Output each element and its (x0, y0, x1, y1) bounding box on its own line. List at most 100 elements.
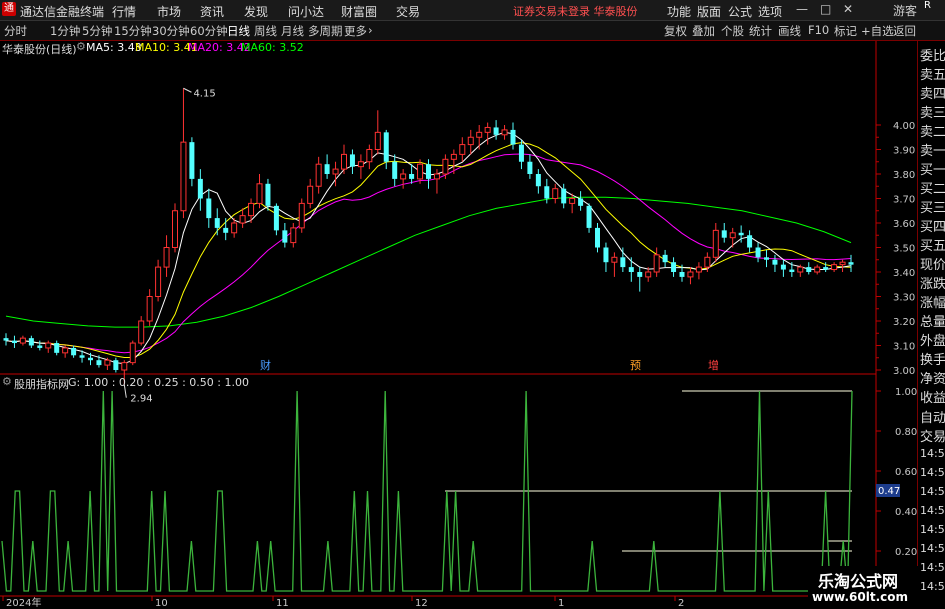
candle-body[interactable] (37, 345, 43, 348)
candle-body[interactable] (687, 271, 694, 278)
candle-body[interactable] (3, 338, 9, 341)
candle-body[interactable] (214, 218, 220, 228)
candle-body[interactable] (54, 343, 60, 353)
candle-body[interactable] (206, 198, 212, 219)
menu-item-options[interactable]: 选项 (758, 3, 782, 20)
candle-body[interactable] (467, 136, 474, 146)
menu-item-functions[interactable]: 功能 (667, 3, 691, 20)
candle-body[interactable] (831, 264, 838, 271)
candle-body[interactable] (620, 257, 626, 268)
candle-body[interactable] (374, 131, 381, 151)
period-15min[interactable]: 15分钟 (114, 23, 152, 39)
candle-body[interactable] (679, 272, 685, 277)
candle-body[interactable] (806, 267, 812, 272)
candle-body[interactable] (392, 161, 398, 179)
candle-body[interactable] (45, 342, 52, 349)
candle-body[interactable] (19, 337, 26, 344)
menu-item-formula[interactable]: 公式 (728, 3, 752, 20)
indicator-gear-icon[interactable]: ⚙ (2, 375, 12, 388)
menu-item-assistant[interactable]: 问小达 (288, 3, 324, 20)
menu-item-wealth[interactable]: 财富圈 (341, 3, 377, 20)
candle-body[interactable] (738, 232, 744, 236)
candle-body[interactable] (561, 188, 567, 204)
candle-body[interactable] (104, 359, 111, 366)
candle-body[interactable] (586, 205, 592, 228)
candle-body[interactable] (96, 360, 102, 366)
candle-body[interactable] (569, 198, 576, 204)
period-more[interactable]: 更多 (344, 23, 367, 39)
candle-body[interactable] (71, 347, 77, 356)
candle-body[interactable] (256, 183, 263, 204)
tool-mark[interactable]: 标记 (834, 23, 857, 39)
candle-body[interactable] (780, 264, 786, 270)
candle-body[interactable] (450, 153, 457, 160)
candle-body[interactable] (341, 153, 347, 170)
period-monthly[interactable]: 月线 (281, 23, 304, 39)
sidebar-trade[interactable]: 交易 (920, 426, 945, 445)
candle-body[interactable] (197, 178, 203, 199)
candle-body[interactable] (611, 256, 618, 263)
candle-body[interactable] (595, 227, 600, 248)
candlesticks[interactable] (3, 88, 854, 385)
candle-body[interactable] (510, 129, 516, 145)
candle-body[interactable] (146, 296, 153, 322)
settings-gear-icon[interactable]: ⚙ (76, 40, 86, 53)
candle-body[interactable] (501, 129, 508, 136)
candle-body[interactable] (578, 198, 584, 206)
period-1min[interactable]: 1分钟 (50, 23, 80, 39)
candle-body[interactable] (645, 271, 652, 278)
candle-body[interactable] (231, 222, 238, 234)
candle-body[interactable] (729, 232, 736, 239)
candle-body[interactable] (442, 158, 449, 175)
tool-stats[interactable]: 统计 (749, 23, 772, 39)
candle-body[interactable] (552, 188, 559, 199)
candle-body[interactable] (712, 229, 719, 258)
event-marker[interactable]: 预 (630, 359, 641, 372)
candle-body[interactable] (383, 132, 389, 162)
candle-body[interactable] (637, 272, 643, 277)
candle-body[interactable] (755, 247, 761, 258)
candle-body[interactable] (662, 254, 668, 263)
candle-body[interactable] (433, 173, 440, 180)
candle-body[interactable] (298, 202, 305, 229)
period-weekly[interactable]: 周线 (254, 23, 277, 39)
candle-body[interactable] (789, 269, 795, 272)
candle-body[interactable] (459, 144, 466, 155)
candle-body[interactable] (409, 174, 415, 179)
menu-item-quotes[interactable]: 行情 (112, 3, 136, 20)
candle-body[interactable] (349, 154, 355, 167)
candle-body[interactable] (721, 230, 727, 238)
candle-body[interactable] (248, 202, 255, 217)
tool-draw[interactable]: 画线 (778, 23, 801, 39)
period-60min[interactable]: 60分钟 (190, 23, 228, 39)
candle-body[interactable] (324, 164, 330, 174)
candle-body[interactable] (695, 266, 702, 273)
candle-body[interactable] (11, 340, 17, 344)
candle-body[interactable] (823, 267, 829, 270)
period-intraday[interactable]: 分时 (4, 23, 27, 39)
menu-item-discover[interactable]: 发现 (244, 3, 268, 20)
candle-body[interactable] (814, 266, 821, 273)
candle-body[interactable] (426, 164, 431, 179)
candle-body[interactable] (307, 185, 314, 204)
candle-body[interactable] (180, 141, 187, 212)
candle-body[interactable] (747, 235, 753, 248)
candle-body[interactable] (704, 256, 711, 268)
candle-body[interactable] (400, 173, 407, 180)
candle-body[interactable] (282, 230, 288, 243)
event-marker[interactable]: 财 (260, 358, 271, 372)
candle-body[interactable] (88, 357, 93, 361)
candle-body[interactable] (476, 131, 483, 138)
period-30min[interactable]: 30分钟 (152, 23, 190, 39)
candle-body[interactable] (315, 163, 322, 187)
candle-body[interactable] (671, 262, 677, 272)
candle-body[interactable] (28, 338, 34, 346)
candle-body[interactable] (839, 261, 846, 266)
tool-stock[interactable]: 个股 (721, 23, 744, 39)
back-button[interactable]: 返回 (893, 23, 916, 39)
candle-body[interactable] (493, 127, 499, 135)
candle-body[interactable] (366, 149, 373, 163)
candle-body[interactable] (163, 247, 170, 268)
candle-body[interactable] (764, 257, 769, 260)
indicator-line[interactable] (1, 390, 853, 592)
